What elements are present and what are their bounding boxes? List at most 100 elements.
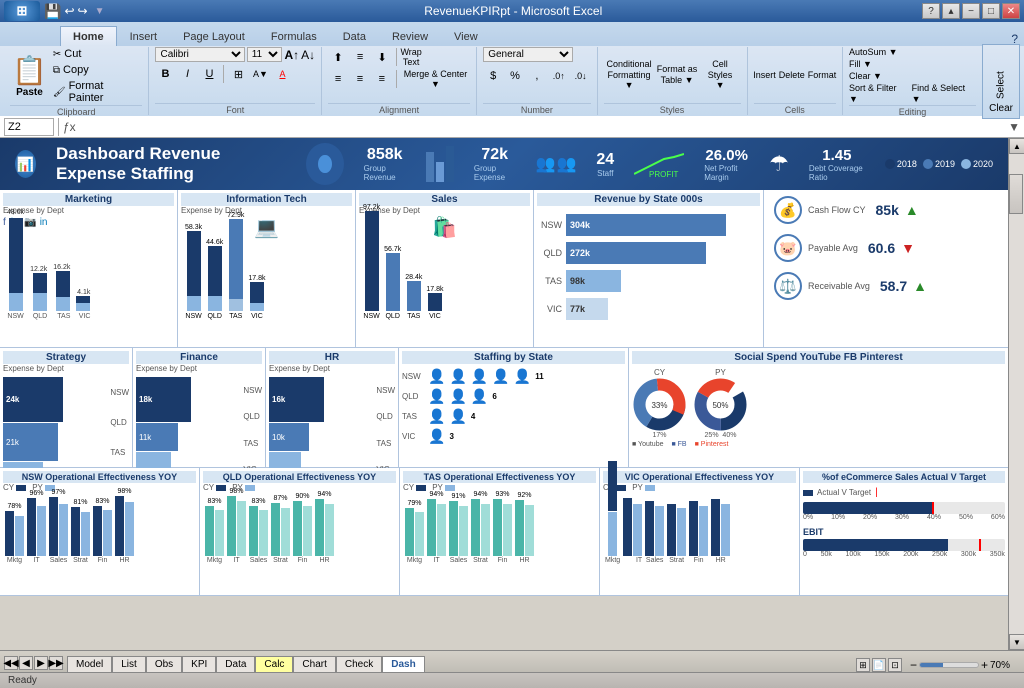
function-icon[interactable]: ƒx: [63, 120, 76, 134]
scroll-down-btn[interactable]: ▼: [1009, 634, 1024, 650]
decrease-font-btn[interactable]: A↓: [301, 48, 315, 62]
minimize-btn[interactable]: −: [962, 3, 980, 19]
tab-calc[interactable]: Calc: [255, 656, 293, 672]
tab-review[interactable]: Review: [379, 26, 441, 46]
font-name-select[interactable]: Calibri: [155, 47, 244, 62]
format-painter-button[interactable]: 🖌 Format Painter: [51, 79, 143, 105]
wrap-text-btn[interactable]: Wrap Text: [401, 47, 421, 67]
insert-btn[interactable]: Insert: [753, 70, 776, 80]
tab-data[interactable]: Data: [216, 656, 255, 672]
tab-dash[interactable]: Dash: [382, 656, 424, 672]
tab-insert[interactable]: Insert: [117, 26, 171, 46]
ribbon-toggle-btn[interactable]: ▴: [942, 3, 960, 19]
tab-data[interactable]: Data: [330, 26, 379, 46]
align-center-btn[interactable]: ≡: [350, 69, 370, 89]
percent-btn[interactable]: %: [505, 66, 525, 86]
align-left-btn[interactable]: ≡: [328, 69, 348, 89]
window-controls: ? ▴ − □ ✕: [922, 3, 1020, 19]
page-layout-btn[interactable]: 📄: [872, 658, 886, 672]
staff-kpi: 24 Staff: [596, 151, 614, 178]
sheet-first-btn[interactable]: ◀◀: [4, 656, 18, 670]
autosum-btn[interactable]: AutoSum ▼: [849, 47, 976, 57]
help-btn[interactable]: ?: [922, 3, 940, 19]
normal-view-btn[interactable]: ⊞: [856, 658, 870, 672]
tas-op-title: TAS Operational Effectiveness YOY: [403, 471, 596, 483]
increase-font-btn[interactable]: A↑: [284, 48, 299, 62]
save-quick-btn[interactable]: 💾: [44, 3, 61, 20]
undo-quick-btn[interactable]: ↩: [64, 4, 74, 18]
svg-text:33%: 33%: [651, 401, 667, 410]
redo-quick-btn[interactable]: ↪: [78, 4, 88, 18]
comma-btn[interactable]: ,: [527, 66, 547, 86]
tab-obs[interactable]: Obs: [146, 656, 182, 672]
scrollbar-track[interactable]: [1009, 154, 1024, 634]
italic-button[interactable]: I: [177, 64, 197, 84]
delete-btn[interactable]: Delete: [779, 70, 805, 80]
align-middle-btn[interactable]: ≡: [350, 47, 370, 67]
increase-decimal-btn[interactable]: .0↑: [549, 66, 569, 86]
ribbon-collapse-btn[interactable]: ▼: [1008, 120, 1020, 134]
ecommerce-title: %of eCommerce Sales Actual V Target: [803, 471, 1005, 483]
format-btn-cell[interactable]: Format: [808, 70, 837, 80]
format-as-table-btn[interactable]: Format asTable ▼: [655, 64, 700, 86]
cut-button[interactable]: ✂ Cut: [51, 47, 143, 61]
formula-input[interactable]: [80, 121, 1004, 133]
maximize-btn[interactable]: □: [982, 3, 1000, 19]
find-select-btn[interactable]: Find & Select ▼: [912, 83, 977, 105]
clear-btn[interactable]: Clear ▼: [849, 71, 882, 81]
zoom-in-btn[interactable]: +: [981, 658, 988, 672]
sheet-nav-arrows: ◀◀ ◀ ▶ ▶▶: [0, 654, 67, 672]
tab-chart[interactable]: Chart: [293, 656, 335, 672]
align-right-btn[interactable]: ≡: [372, 69, 392, 89]
tab-page-layout[interactable]: Page Layout: [170, 26, 258, 46]
zoom-slider[interactable]: [919, 662, 979, 668]
merge-center-btn[interactable]: Merge & Center ▼: [401, 69, 471, 89]
cell-styles-btn[interactable]: CellStyles ▼: [703, 59, 738, 91]
tab-model[interactable]: Model: [67, 656, 112, 672]
close-btn[interactable]: ✕: [1002, 3, 1020, 19]
dollar-btn[interactable]: $: [483, 66, 503, 86]
receivable-value: 58.7: [880, 278, 907, 294]
zoom-out-btn[interactable]: −: [910, 658, 917, 672]
font-color-button[interactable]: A: [272, 64, 292, 84]
underline-button[interactable]: U: [199, 64, 219, 84]
spreadsheet-main: 📊 Dashboard Revenue Expense Staffing 858…: [0, 138, 1008, 650]
clear-ribbon-btn[interactable]: Clear: [989, 103, 1013, 114]
ready-status: Ready: [8, 675, 37, 686]
ribbon-content: 📋 Paste ✂ Cut ⧉ Copy 🖌 Format Painter Cl…: [0, 46, 1024, 116]
sheet-prev-btn[interactable]: ◀: [19, 656, 33, 670]
align-bottom-btn[interactable]: ⬇: [372, 47, 392, 67]
align-top-btn[interactable]: ⬆: [328, 47, 348, 67]
payable-trend: ▼: [901, 240, 915, 256]
tab-check[interactable]: Check: [336, 656, 382, 672]
office-button[interactable]: ⊞: [4, 1, 40, 21]
scroll-up-btn[interactable]: ▲: [1009, 138, 1024, 154]
paste-button[interactable]: 📋 Paste: [10, 52, 49, 100]
conditional-formatting-btn[interactable]: ConditionalFormatting ▼: [607, 59, 652, 91]
year-legend: 2018 2019 2020: [885, 159, 993, 169]
tab-view[interactable]: View: [441, 26, 491, 46]
number-format-select[interactable]: General: [483, 47, 573, 62]
page-break-btn[interactable]: ⊡: [888, 658, 902, 672]
number-group: General $ % , .0↑ .0↓ Number: [477, 47, 597, 115]
sep2: [396, 48, 397, 66]
tab-kpi[interactable]: KPI: [182, 656, 216, 672]
cell-reference-box[interactable]: [4, 118, 54, 136]
select-button[interactable]: Select: [989, 49, 1013, 99]
font-size-select[interactable]: 11: [247, 47, 283, 62]
bold-button[interactable]: B: [155, 64, 175, 84]
tab-home[interactable]: Home: [60, 26, 117, 46]
fill-btn[interactable]: Fill ▼: [849, 59, 976, 69]
copy-button[interactable]: ⧉ Copy: [51, 63, 143, 77]
tab-formulas[interactable]: Formulas: [258, 26, 330, 46]
fill-color-button[interactable]: A▼: [250, 64, 270, 84]
nsw-op-title: NSW Operational Effectiveness YOY: [3, 471, 196, 483]
tab-list[interactable]: List: [112, 656, 146, 672]
sheet-next-btn[interactable]: ▶: [34, 656, 48, 670]
decrease-decimal-btn[interactable]: .0↓: [571, 66, 591, 86]
border-button[interactable]: ⊞: [228, 64, 248, 84]
vertical-scrollbar[interactable]: ▲ ▼: [1008, 138, 1024, 650]
sheet-last-btn[interactable]: ▶▶: [49, 656, 63, 670]
vic-op-title: VIC Operational Effectiveness YOY: [603, 471, 796, 483]
sort-filter-btn[interactable]: Sort & Filter ▼: [849, 83, 908, 105]
